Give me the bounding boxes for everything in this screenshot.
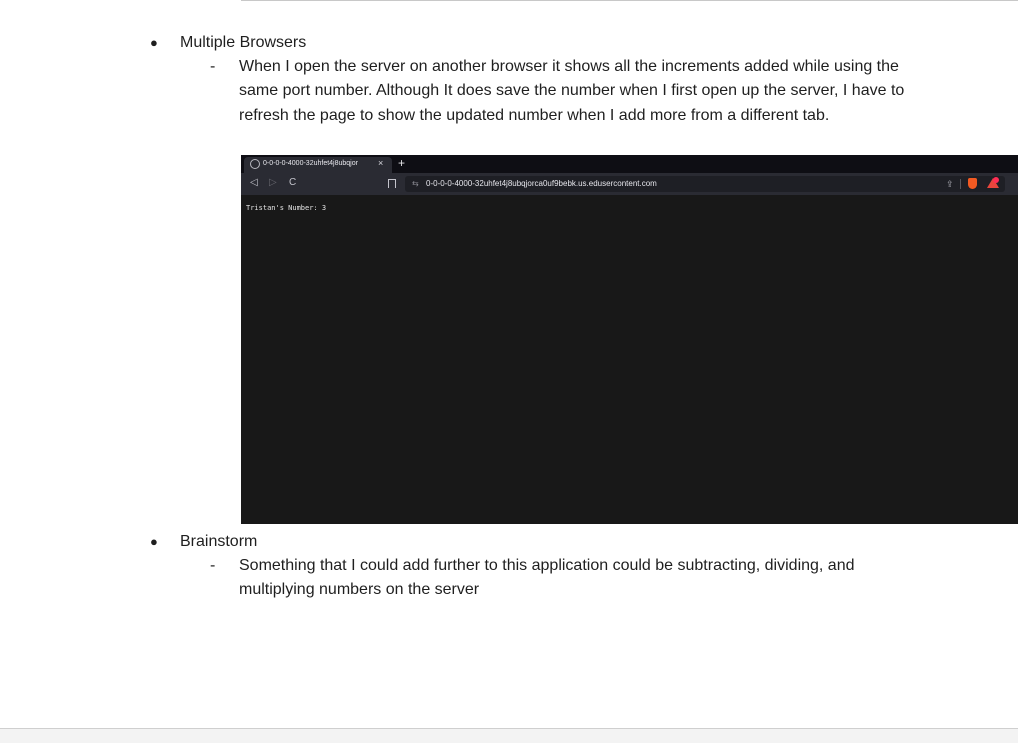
- browser-tab: 0-0-0-0-4000-32uhfet4j8ubqjor ×: [244, 157, 392, 173]
- sub-dash: -: [210, 58, 216, 75]
- forward-icon: ▷: [269, 177, 277, 188]
- share-icon: ⇪: [946, 179, 954, 189]
- document-page: ● Multiple Browsers - When I open the se…: [0, 0, 1018, 743]
- toolbar-separator: [960, 179, 961, 189]
- sub-item-multiple-browsers: - When I open the server on another brow…: [210, 55, 910, 153]
- bullet-dot: ●: [150, 534, 158, 549]
- bullet-dot: ●: [150, 35, 158, 50]
- brave-shield-icon: [968, 178, 977, 189]
- tristans-number-text: Tristan's Number: 3: [246, 204, 327, 212]
- browser-url-bar: ⇆ 0-0-0-0-4000-32uhfet4j8ubqjorca0uf9beb…: [405, 176, 1005, 192]
- plus-icon: +: [398, 156, 406, 170]
- sub-item-brainstorm: - Something that I could add further to …: [210, 554, 910, 604]
- close-icon: ×: [378, 158, 384, 168]
- browser-tab-strip: 0-0-0-0-4000-32uhfet4j8ubqjor × +: [241, 155, 1018, 173]
- sub-dash: -: [210, 557, 216, 574]
- bookmark-icon: [388, 179, 396, 188]
- browser-url-text: 0-0-0-0-4000-32uhfet4j8ubqjorca0uf9bebk.…: [426, 179, 657, 188]
- back-icon: ◁: [250, 177, 258, 188]
- bullet-title: Multiple Browsers: [180, 34, 307, 51]
- embedded-browser-screenshot: 0-0-0-0-4000-32uhfet4j8ubqjor × + ◁ ▷ C …: [241, 155, 1018, 524]
- browser-toolbar: ◁ ▷ C ⇆ 0-0-0-0-4000-32uhfet4j8ubqjorca0…: [241, 173, 1018, 195]
- sub-paragraph: Something that I could add further to th…: [239, 557, 855, 599]
- bullet-item-brainstorm: ● Brainstorm: [150, 530, 450, 554]
- sub-paragraph: When I open the server on another browse…: [239, 58, 905, 124]
- top-divider: [241, 0, 1018, 1]
- page-bottom-bar: [0, 728, 1018, 743]
- bullet-title: Brainstorm: [180, 533, 258, 550]
- browser-tab-title: 0-0-0-0-4000-32uhfet4j8ubqjor: [263, 160, 358, 167]
- globe-icon: [250, 159, 260, 169]
- bullet-item-multiple-browsers: ● Multiple Browsers: [150, 31, 450, 55]
- rewards-badge: [993, 177, 999, 183]
- browser-page-content: Tristan's Number: 3: [241, 195, 1018, 524]
- site-info-icon: ⇆: [412, 179, 419, 188]
- reload-icon: C: [289, 177, 297, 188]
